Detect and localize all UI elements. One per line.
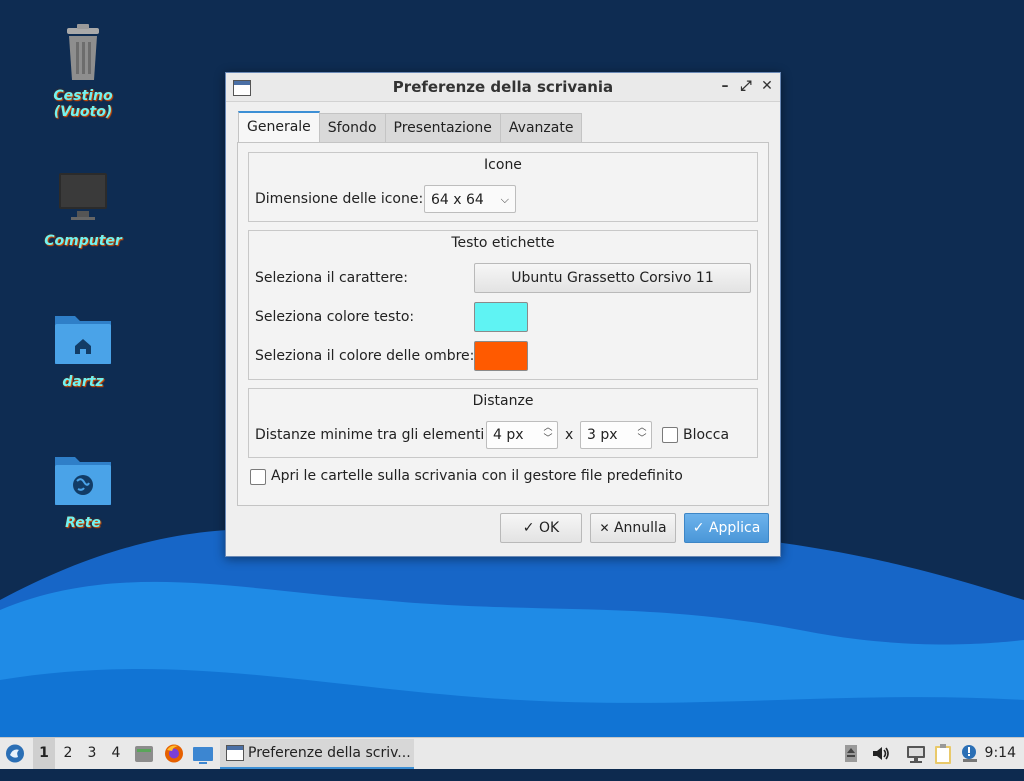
tab-generale[interactable]: Generale xyxy=(238,111,320,143)
min-spacing-label: Distanze minime tra gli elementi: xyxy=(255,427,490,443)
spacing-x-value: 4 px xyxy=(493,427,524,443)
desktop-icon-label: Computer xyxy=(44,233,122,249)
cancel-x-icon: ✕ xyxy=(599,521,610,535)
open-folders-label: Apri le cartelle sulla scrivania con il … xyxy=(271,468,683,484)
chevron-down-icon: ⌵ xyxy=(500,193,509,206)
lock-label: Blocca xyxy=(683,427,730,443)
checkmark-icon: ✓ xyxy=(692,520,705,536)
text-color-label: Seleziona colore testo: xyxy=(255,309,415,325)
shadow-color-label: Seleziona il colore delle ombre: xyxy=(255,348,475,364)
window-app-icon xyxy=(226,745,244,761)
network-folder-icon xyxy=(51,447,115,511)
apply-label: Applica xyxy=(708,520,761,536)
desktop-icon-label: Rete xyxy=(65,515,101,531)
font-label: Seleziona il carattere: xyxy=(255,270,408,286)
icon-size-value: 64 x 64 xyxy=(431,192,484,208)
desktop-icon-label: dartz xyxy=(62,374,104,390)
apply-button[interactable]: ✓ Applica xyxy=(684,513,769,543)
network-icon[interactable] xyxy=(905,738,927,769)
desktop-preferences-window: Preferenze della scrivania – ⤢ ✕ General… xyxy=(225,72,781,557)
icons-frame-title: Icone xyxy=(484,157,522,173)
lock-checkbox[interactable] xyxy=(662,427,678,443)
tab-sfondo[interactable]: Sfondo xyxy=(318,113,386,142)
start-menu-icon[interactable] xyxy=(4,738,28,769)
window-title: Preferenze della scrivania xyxy=(392,78,614,96)
cancel-label: Annulla xyxy=(613,520,667,536)
spacing-separator: x xyxy=(565,427,574,443)
eject-icon[interactable] xyxy=(843,738,861,769)
icons-frame: Icone Dimensione delle icone: 64 x 64 ⌵ xyxy=(248,152,758,222)
workspace-4[interactable]: 4 xyxy=(105,738,127,769)
desktop-icon-home[interactable]: dartz xyxy=(23,306,143,390)
clock[interactable]: 9:14 xyxy=(985,738,1016,769)
desktop-show-icon[interactable] xyxy=(192,738,216,769)
ok-button[interactable]: ✓ OK xyxy=(500,513,582,543)
icon-size-label: Dimensione delle icone: xyxy=(255,191,424,207)
taskbar: 1 2 3 4 Preferenze della scriv... 9:14 xyxy=(0,737,1024,769)
tab-bar: Generale Sfondo Presentazione Avanzate xyxy=(238,111,583,143)
home-folder-icon xyxy=(51,306,115,370)
taskbar-window-label: Preferenze della scriv... xyxy=(248,745,411,761)
firefox-launcher-icon[interactable] xyxy=(163,738,185,769)
computer-icon xyxy=(51,165,115,229)
close-icon[interactable]: ✕ xyxy=(758,77,776,95)
file-manager-launcher-icon[interactable] xyxy=(134,738,156,769)
desktop-icon-network[interactable]: Rete xyxy=(23,447,143,531)
label-text-frame-title: Testo etichette xyxy=(451,235,555,251)
desktop-icon-computer[interactable]: Computer xyxy=(23,165,143,249)
cancel-button[interactable]: ✕ Annulla xyxy=(590,513,676,543)
shadow-color-button[interactable] xyxy=(474,341,528,371)
spacing-frame: Distanze Distanze minime tra gli element… xyxy=(248,388,758,458)
workspace-1[interactable]: 1 xyxy=(33,738,55,769)
checkmark-icon: ✓ xyxy=(522,520,535,536)
workspace-3[interactable]: 3 xyxy=(81,738,103,769)
spinner-arrows-icon[interactable]: ︿ ﹀ xyxy=(542,423,554,445)
desktop-icon-label: Cestino (Vuoto) xyxy=(53,88,113,120)
workspace-2[interactable]: 2 xyxy=(57,738,79,769)
ok-label: OK xyxy=(538,520,560,536)
trash-icon xyxy=(51,20,115,84)
minimize-icon[interactable]: – xyxy=(716,77,734,95)
maximize-icon[interactable]: ⤢ xyxy=(737,77,755,95)
tab-avanzate[interactable]: Avanzate xyxy=(499,113,583,142)
icon-size-select[interactable]: 64 x 64 ⌵ xyxy=(424,185,516,213)
window-titlebar[interactable]: Preferenze della scrivania – ⤢ ✕ xyxy=(226,73,780,102)
volume-icon[interactable] xyxy=(870,738,892,769)
spacing-y-spinner[interactable]: 3 px ︿ ﹀ xyxy=(580,421,652,449)
spacing-frame-title: Distanze xyxy=(472,393,534,409)
desktop-icon-trash[interactable]: Cestino (Vuoto) xyxy=(23,20,143,120)
font-chooser-button[interactable]: Ubuntu Grassetto Corsivo 11 xyxy=(474,263,751,293)
open-folders-checkbox[interactable] xyxy=(250,469,266,485)
taskbar-window-button[interactable]: Preferenze della scriv... xyxy=(220,739,414,769)
spinner-arrows-icon[interactable]: ︿ ﹀ xyxy=(636,423,648,445)
spacing-y-value: 3 px xyxy=(587,427,618,443)
clipboard-icon[interactable] xyxy=(932,738,954,769)
tab-presentazione[interactable]: Presentazione xyxy=(384,113,501,142)
tab-panel-generale: Icone Dimensione delle icone: 64 x 64 ⌵ … xyxy=(237,142,769,506)
spacing-x-spinner[interactable]: 4 px ︿ ﹀ xyxy=(486,421,558,449)
text-color-button[interactable] xyxy=(474,302,528,332)
label-text-frame: Testo etichette Seleziona il carattere: … xyxy=(248,230,758,380)
update-notification-icon[interactable] xyxy=(959,738,981,769)
